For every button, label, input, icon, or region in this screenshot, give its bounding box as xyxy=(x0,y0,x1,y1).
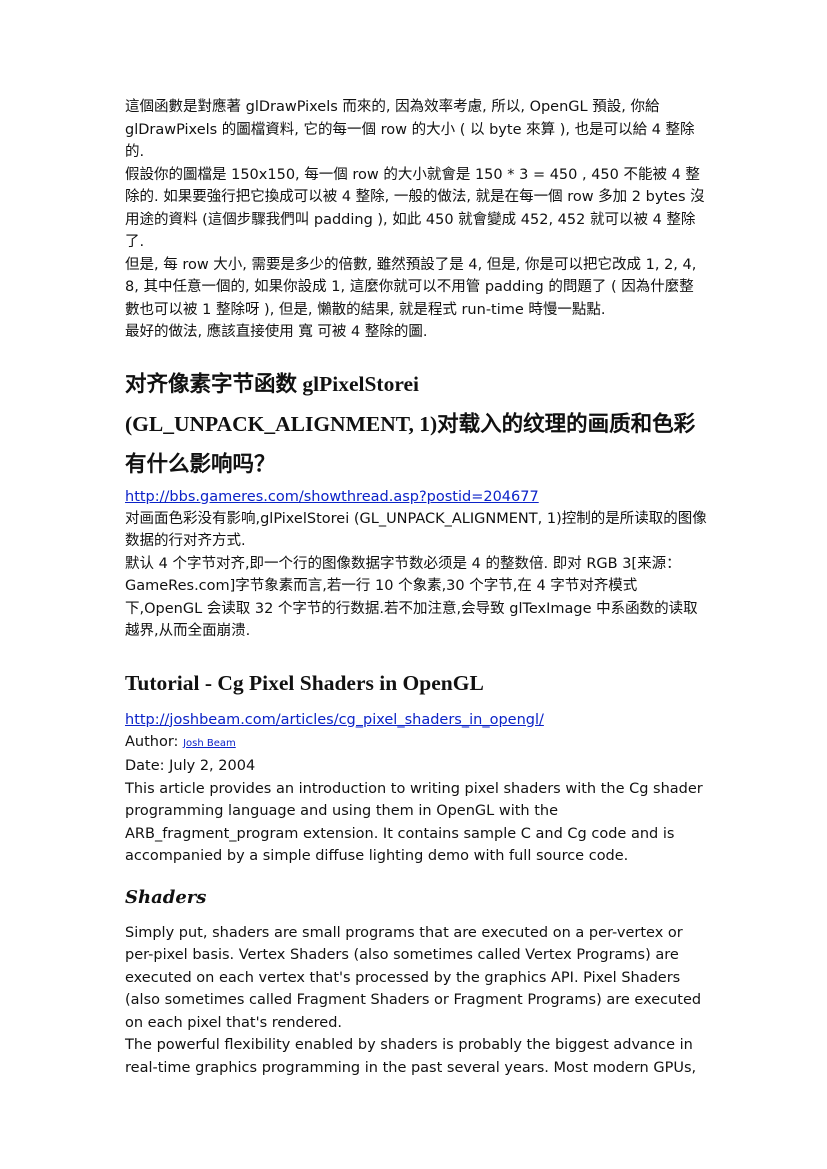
section-glpixelstorei-traditional: 這個函數是對應著 glDrawPixels 而來的, 因為效率考慮, 所以, O… xyxy=(125,96,707,344)
shaders-body: Simply put, shaders are small programs t… xyxy=(125,922,707,1080)
subheading-shaders: Shaders xyxy=(125,886,207,908)
paragraph: 对画面色彩没有影响,glPixelStorei (GL_UNPACK_ALIGN… xyxy=(125,510,707,550)
paragraph: The powerful flexibility enabled by shad… xyxy=(125,1037,697,1076)
link-row: http://bbs.gameres.com/showthread.asp?po… xyxy=(125,486,707,508)
author-line: Author: Josh Beam xyxy=(125,731,707,756)
joshbeam-article-link[interactable]: http://joshbeam.com/articles/cg_pixel_sh… xyxy=(125,712,544,728)
author-link[interactable]: Josh Beam xyxy=(183,738,236,749)
paragraph: 但是, 每 row 大小, 需要是多少的倍數, 雖然預設了是 4, 但是, 你是… xyxy=(125,256,697,318)
paragraph: 假設你的圖檔是 150x150, 每一個 row 的大小就會是 150 * 3 … xyxy=(125,166,705,251)
section-heading-alignment: 对齐像素字节函数 glPixelStorei (GL_UNPACK_ALIGNM… xyxy=(125,371,696,476)
document-page: 這個函數是對應著 glDrawPixels 而來的, 因為效率考慮, 所以, O… xyxy=(0,0,827,1169)
paragraph: Simply put, shaders are small programs t… xyxy=(125,924,702,1031)
gameres-thread-link[interactable]: http://bbs.gameres.com/showthread.asp?po… xyxy=(125,489,539,505)
author-label: Author: xyxy=(125,733,179,750)
intro-paragraph: This article provides an introduction to… xyxy=(125,780,703,865)
section-heading-cg-tutorial: Tutorial - Cg Pixel Shaders in OpenGL xyxy=(125,670,484,695)
paragraph: 默认 4 个字节对齐,即一个行的图像数据字节数必须是 4 的整数倍. 即对 RG… xyxy=(125,555,698,640)
paragraph: 最好的做法, 應該直接使用 寬 可被 4 整除的圖. xyxy=(125,324,428,340)
link-row: http://joshbeam.com/articles/cg_pixel_sh… xyxy=(125,709,707,731)
date-line: Date: July 2, 2004 xyxy=(125,758,256,774)
paragraph: 這個函數是對應著 glDrawPixels 而來的, 因為效率考慮, 所以, O… xyxy=(125,99,695,160)
